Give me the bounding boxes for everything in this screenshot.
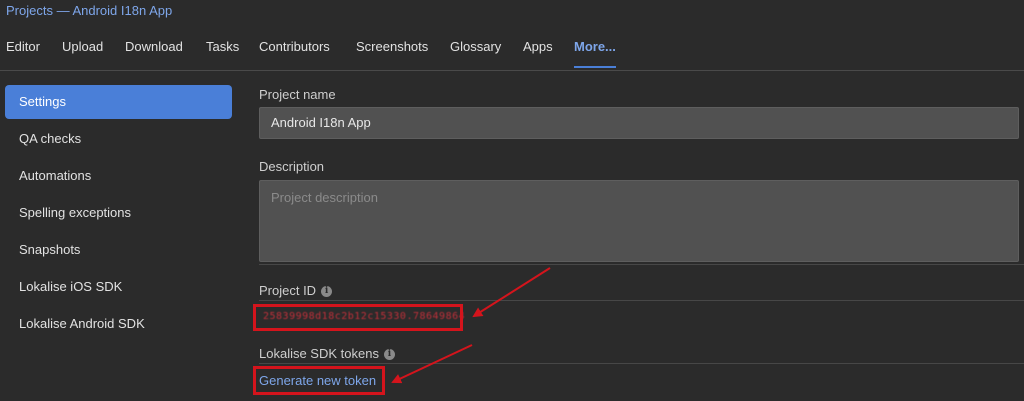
tab-download[interactable]: Download <box>125 39 183 66</box>
sidebar-item-snapshots[interactable]: Snapshots <box>5 233 232 267</box>
arrow-to-project-id <box>472 267 551 318</box>
generate-token-highlight <box>253 366 385 395</box>
tab-tasks[interactable]: Tasks <box>206 39 239 66</box>
divider <box>259 300 1024 301</box>
sidebar-item-qa-checks[interactable]: QA checks <box>5 122 232 156</box>
info-icon[interactable]: i <box>321 286 333 298</box>
info-icon[interactable]: i <box>383 349 395 361</box>
top-nav: Editor Upload Download Tasks Contributor… <box>0 36 1024 71</box>
project-name-label: Project name <box>259 87 336 102</box>
divider <box>259 363 1024 364</box>
divider <box>259 264 1024 265</box>
tab-upload[interactable]: Upload <box>62 39 103 66</box>
tab-contributors[interactable]: Contributors <box>259 39 330 66</box>
sdk-tokens-label: Lokalise SDK tokens i <box>259 346 395 361</box>
tab-more[interactable]: More... <box>574 39 616 68</box>
sidebar-item-settings[interactable]: Settings <box>5 85 232 119</box>
tab-screenshots[interactable]: Screenshots <box>356 39 428 66</box>
tab-apps[interactable]: Apps <box>523 39 553 66</box>
sidebar-item-ios-sdk[interactable]: Lokalise iOS SDK <box>5 270 232 304</box>
sdk-tokens-label-text: Lokalise SDK tokens <box>259 346 379 361</box>
description-textarea[interactable]: Project description <box>259 180 1019 262</box>
description-label: Description <box>259 159 325 174</box>
breadcrumb[interactable]: Projects — Android I18n App <box>6 3 172 18</box>
sidebar-item-automations[interactable]: Automations <box>5 159 232 193</box>
sidebar-item-spelling-exceptions[interactable]: Spelling exceptions <box>5 196 232 230</box>
project-name-input[interactable]: Android I18n App <box>259 107 1019 139</box>
tab-glossary[interactable]: Glossary <box>450 39 501 66</box>
project-id-label: Project ID i <box>259 283 333 298</box>
tab-editor[interactable]: Editor <box>6 39 40 66</box>
project-id-label-text: Project ID <box>259 283 317 298</box>
sidebar-item-android-sdk[interactable]: Lokalise Android SDK <box>5 307 232 341</box>
project-id-highlight <box>253 304 463 331</box>
